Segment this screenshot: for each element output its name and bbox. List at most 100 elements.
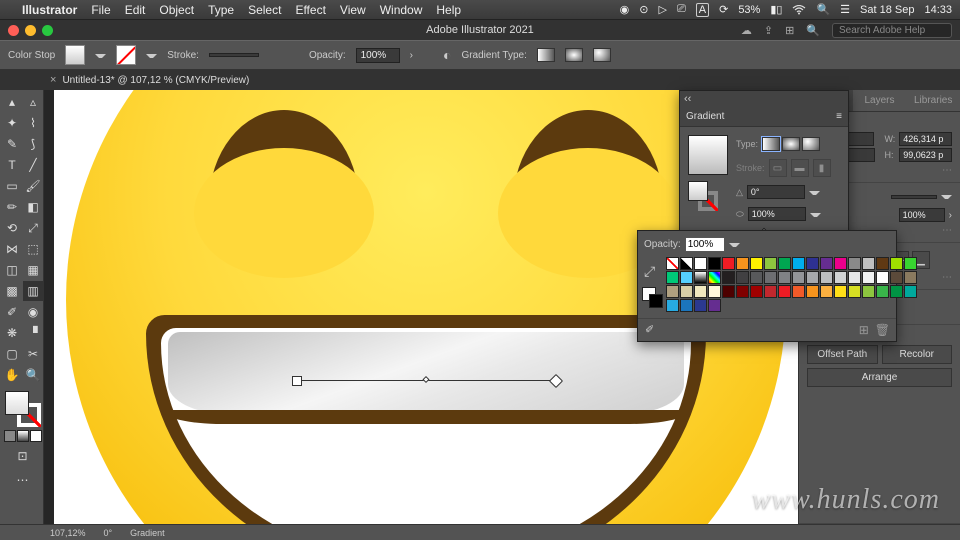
rotate-tool[interactable]: ⟲ <box>2 218 22 238</box>
zoom-level[interactable]: 107,12% <box>50 528 86 538</box>
arrange-button[interactable]: Arrange <box>807 368 952 387</box>
ratio-dd-icon[interactable] <box>810 209 821 220</box>
swatch-options-icon[interactable]: ⊞ <box>859 323 869 337</box>
pen-tool[interactable]: ✎ <box>2 134 22 154</box>
opacity-input[interactable]: 100% <box>356 48 400 63</box>
selection-tool[interactable]: ▴ <box>2 92 22 112</box>
swatch[interactable] <box>778 285 791 298</box>
gradient-type-freeform-button[interactable] <box>593 48 611 62</box>
opacity-arrow-icon2[interactable]: › <box>949 210 952 221</box>
swatch[interactable] <box>820 271 833 284</box>
eyedropper-tool[interactable]: ✐ <box>2 302 22 322</box>
direct-selection-tool[interactable]: ▵ <box>23 92 43 112</box>
swatch[interactable] <box>862 257 875 270</box>
share-icon[interactable]: ⇪ <box>764 24 773 37</box>
menu-file[interactable]: File <box>91 3 110 17</box>
wifi-icon[interactable] <box>792 5 806 15</box>
close-window-button[interactable] <box>8 25 19 36</box>
search-icon[interactable]: 🔍 <box>806 24 820 37</box>
none-mode-button[interactable] <box>30 430 42 442</box>
swatch[interactable] <box>890 271 903 284</box>
appearance-opacity-input[interactable]: 100% <box>899 208 945 222</box>
swatch[interactable] <box>764 285 777 298</box>
swatch[interactable] <box>834 257 847 270</box>
swatch[interactable] <box>708 271 721 284</box>
swatch[interactable] <box>792 257 805 270</box>
swatch[interactable] <box>694 271 707 284</box>
recolor-icon[interactable]: ◐ <box>443 47 451 63</box>
swatch-delete-icon[interactable]: 🗑 <box>875 323 890 337</box>
menu-window[interactable]: Window <box>380 3 423 17</box>
fill-box[interactable] <box>5 391 29 415</box>
angle-dd-icon[interactable] <box>809 187 820 198</box>
arrange-icon[interactable]: ⊞ <box>785 24 794 37</box>
opacity-arrow-icon[interactable]: › <box>410 50 413 61</box>
transform-w-input[interactable]: 426,314 p <box>899 132 952 146</box>
swatch[interactable] <box>680 257 693 270</box>
swatch[interactable] <box>778 271 791 284</box>
gradient-angle-input[interactable]: 0° <box>747 185 805 199</box>
shaper-tool[interactable]: ✏ <box>2 197 22 217</box>
menu-help[interactable]: Help <box>436 3 461 17</box>
swatch[interactable] <box>848 285 861 298</box>
gradient-ratio-input[interactable]: 100% <box>748 207 806 221</box>
gradtype-radial-button[interactable] <box>782 137 800 151</box>
transform-h-input[interactable]: 99,0623 p <box>899 148 952 162</box>
lasso-tool[interactable]: ⌇ <box>23 113 43 133</box>
rectangle-tool[interactable]: ▭ <box>2 176 22 196</box>
swatch[interactable] <box>666 285 679 298</box>
mesh-tool[interactable]: ▩ <box>2 281 22 301</box>
swatch[interactable] <box>792 285 805 298</box>
artboard-tool[interactable]: ▢ <box>2 344 22 364</box>
color-picker-icon[interactable] <box>642 287 663 308</box>
help-search-input[interactable]: Search Adobe Help <box>832 23 952 38</box>
stroke-weight-input[interactable] <box>209 53 259 57</box>
tab-libraries[interactable]: Libraries <box>906 90 960 111</box>
menu-effect[interactable]: Effect <box>295 3 325 17</box>
gradient-preview[interactable] <box>688 135 728 175</box>
spotlight-icon[interactable]: 🔍 <box>816 3 830 16</box>
swatch[interactable] <box>680 271 693 284</box>
fill-stroke-control[interactable] <box>5 391 41 427</box>
width-tool[interactable]: ⋈ <box>2 239 22 259</box>
appearance-stroke-input[interactable] <box>891 195 937 199</box>
recolor-button[interactable]: Recolor <box>882 345 953 364</box>
status-icon[interactable]: ◉ <box>620 3 630 16</box>
swatch[interactable] <box>694 285 707 298</box>
swatch[interactable] <box>680 285 693 298</box>
stroke-dropdown-icon[interactable] <box>146 50 157 61</box>
swatch[interactable] <box>722 271 735 284</box>
zoom-tool[interactable]: 🔍 <box>23 365 43 385</box>
gradient-type-radial-button[interactable] <box>565 48 583 62</box>
swatch[interactable] <box>750 285 763 298</box>
menubar-date[interactable]: Sat 18 Sep <box>860 4 914 16</box>
swatch[interactable] <box>736 271 749 284</box>
color-mode-button[interactable] <box>4 430 16 442</box>
swatch[interactable] <box>848 271 861 284</box>
swatch[interactable] <box>904 271 917 284</box>
fill-swatch[interactable] <box>65 45 85 65</box>
eyedropper-icon[interactable]: ⤢ <box>644 263 655 280</box>
graph-tool[interactable]: ▝ <box>23 323 43 343</box>
scale-tool[interactable]: ⤢ <box>23 218 43 238</box>
perspective-tool[interactable]: ▦ <box>23 260 43 280</box>
symbol-sprayer-tool[interactable]: ❋ <box>2 323 22 343</box>
offset-path-button[interactable]: Offset Path <box>807 345 878 364</box>
tab-layers[interactable]: Layers <box>853 90 907 111</box>
emoji-teeth-selected[interactable] <box>168 332 684 414</box>
magic-wand-tool[interactable]: ✦ <box>2 113 22 133</box>
swatch[interactable] <box>848 257 861 270</box>
fill-dropdown-icon[interactable] <box>95 50 106 61</box>
swatch[interactable] <box>834 285 847 298</box>
swatch[interactable] <box>834 271 847 284</box>
screen-mode-button[interactable]: ⊡ <box>13 446 33 466</box>
swatch[interactable] <box>680 299 693 312</box>
swatch[interactable] <box>736 285 749 298</box>
menu-edit[interactable]: Edit <box>125 3 146 17</box>
swatch[interactable] <box>750 271 763 284</box>
shape-builder-tool[interactable]: ◫ <box>2 260 22 280</box>
control-center-icon[interactable]: ☰ <box>840 3 850 16</box>
close-tab-icon[interactable]: × <box>50 74 56 86</box>
minimize-window-button[interactable] <box>25 25 36 36</box>
blend-tool[interactable]: ◉ <box>23 302 43 322</box>
